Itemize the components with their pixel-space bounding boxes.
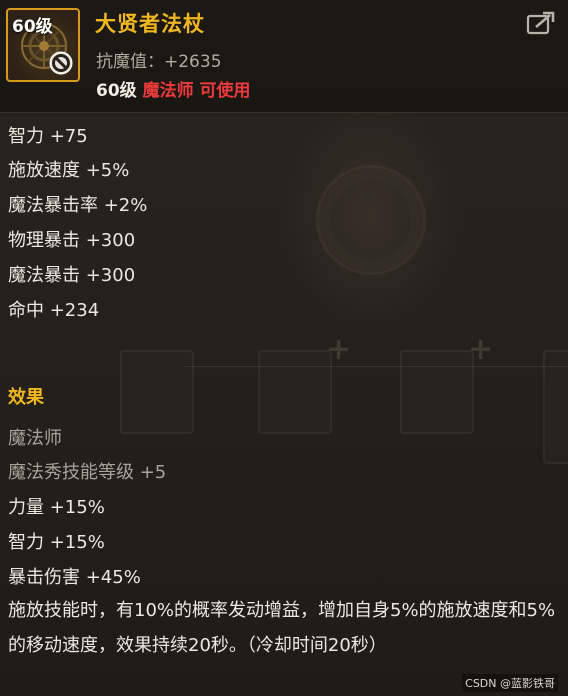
background-slot xyxy=(258,350,332,434)
stat-line: 智力 +75 xyxy=(8,126,88,147)
resist-value: +2635 xyxy=(164,52,222,72)
share-icon[interactable] xyxy=(526,10,556,36)
item-tooltip: + + 60级 大贤者法杖 抗魔值：+2635 60级 魔法师 可使用 智力 +… xyxy=(0,0,568,696)
background-plus: + xyxy=(468,332,494,367)
required-level: 60级 xyxy=(96,81,137,101)
background-slot xyxy=(400,350,474,434)
resist-label: 抗魔值： xyxy=(96,52,164,72)
background-divider xyxy=(185,366,568,367)
required-class: 魔法师 可使用 xyxy=(142,81,251,101)
watermark: CSDN @蓝影铁哥 xyxy=(462,674,558,692)
stat-line: 施放速度 +5% xyxy=(8,160,130,181)
effect-bonus: 暴击伤害 +45% xyxy=(8,567,141,588)
forbid-icon xyxy=(49,51,73,75)
tooltip-header: 60级 大贤者法杖 抗魔值：+2635 60级 魔法师 可使用 xyxy=(0,0,568,113)
stat-line: 命中 +234 xyxy=(8,300,100,321)
stat-line: 魔法暴击率 +2% xyxy=(8,195,148,216)
stat-line: 物理暴击 +300 xyxy=(8,230,136,251)
effect-skill-level: 魔法秀技能等级 +5 xyxy=(8,462,167,483)
resist-magic-row: 抗魔值：+2635 xyxy=(96,47,222,72)
effect-bonus: 力量 +15% xyxy=(8,497,105,518)
background-slot xyxy=(543,350,568,464)
stat-line: 魔法暴击 +300 xyxy=(8,265,136,286)
class-requirement: 60级 魔法师 可使用 xyxy=(96,76,251,101)
item-name: 大贤者法杖 xyxy=(95,12,205,36)
effect-title: 效果 xyxy=(8,387,44,408)
item-level-badge: 60级 xyxy=(12,17,53,37)
effect-class: 魔法师 xyxy=(8,428,62,449)
staff-icon: 60级 xyxy=(6,8,80,82)
background-emblem xyxy=(316,165,426,275)
background-slot xyxy=(120,350,194,434)
background-plus: + xyxy=(326,332,352,367)
effect-description: 施放技能时，有10%的概率发动增益，增加自身5%的施放速度和5%的移动速度，效果… xyxy=(8,600,556,656)
effect-bonus: 智力 +15% xyxy=(8,532,105,553)
